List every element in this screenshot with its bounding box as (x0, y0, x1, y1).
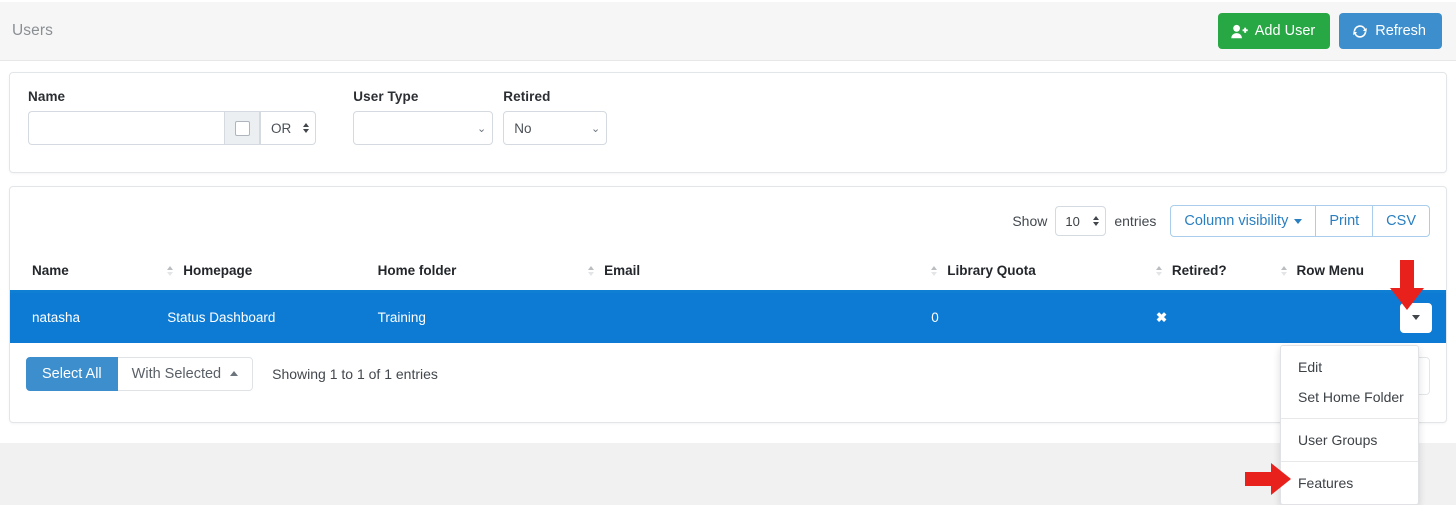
filter-retired-group: Retired No ⌄ (503, 89, 607, 145)
table-toolbar: Show 10 entries Column visibility Print (10, 187, 1446, 237)
menu-item-set-home-folder[interactable]: Set Home Folder (1281, 382, 1418, 412)
column-header-email[interactable]: Email (588, 252, 931, 292)
filter-retired-label: Retired (503, 89, 607, 104)
cell-email (588, 292, 931, 343)
table-body: natasha Status Dashboard Training 0 ✖ (10, 292, 1446, 343)
filter-usertype-group: User Type ⌄ (353, 89, 493, 145)
filter-form: Name OR User Ty (10, 73, 1446, 145)
sort-icon (1156, 266, 1162, 276)
chevron-down-icon: ⌄ (477, 122, 486, 135)
csv-label: CSV (1386, 213, 1416, 229)
showing-entries-info: Showing 1 to 1 of 1 entries (272, 366, 438, 382)
cell-retired: ✖ (1156, 292, 1281, 343)
cell-library-quota: 0 (931, 292, 1156, 343)
user-plus-icon (1231, 24, 1248, 39)
cell-name: natasha (10, 292, 167, 343)
add-user-button[interactable]: Add User (1218, 13, 1330, 49)
select-all-button[interactable]: Select All (26, 357, 118, 391)
users-table: Name Homepage Home folder (10, 252, 1446, 343)
column-header-label: Email (604, 263, 640, 278)
column-header-label: Name (32, 263, 69, 278)
with-selected-button[interactable]: With Selected (118, 357, 253, 391)
menu-divider (1281, 461, 1418, 462)
column-header-home-folder[interactable]: Home folder (378, 252, 588, 292)
refresh-icon (1352, 24, 1368, 39)
table-export-buttons: Column visibility Print CSV (1170, 205, 1430, 237)
cell-homepage[interactable]: Status Dashboard (167, 292, 377, 343)
cell-home-folder[interactable]: Training (378, 292, 588, 343)
user-type-select[interactable]: ⌄ (353, 111, 493, 145)
select-all-label: Select All (42, 366, 102, 382)
column-header-label: Retired? (1172, 263, 1227, 278)
refresh-label: Refresh (1375, 23, 1426, 39)
table-footer: Select All With Selected Showing 1 to 1 … (10, 343, 1446, 391)
refresh-button[interactable]: Refresh (1339, 13, 1442, 49)
menu-divider (1281, 418, 1418, 419)
name-input-group: OR (28, 111, 316, 145)
page-length-value: 10 (1065, 214, 1079, 229)
filter-panel: Name OR User Ty (9, 72, 1447, 173)
column-visibility-label: Column visibility (1184, 213, 1288, 229)
users-page: Users Add User Refresh Name (0, 0, 1456, 505)
row-menu-dropdown: Edit Set Home Folder User Groups Feature… (1280, 345, 1419, 505)
entries-label: entries (1114, 213, 1156, 229)
add-user-label: Add User (1255, 23, 1315, 39)
name-exact-checkbox-addon[interactable] (224, 111, 260, 145)
page-length-select[interactable]: 10 (1055, 206, 1106, 236)
stepper-icon (303, 123, 309, 133)
menu-item-edit[interactable]: Edit (1281, 352, 1418, 382)
column-header-library-quota[interactable]: Library Quota (931, 252, 1156, 292)
stepper-icon (1093, 216, 1099, 226)
page-title: Users (12, 22, 53, 40)
show-label: Show (1012, 213, 1047, 229)
caret-up-icon (230, 371, 238, 376)
header-actions: Add User Refresh (1218, 13, 1444, 49)
users-table-card: Show 10 entries Column visibility Print (9, 186, 1447, 423)
retired-value: No (514, 121, 531, 136)
retired-select[interactable]: No ⌄ (503, 111, 607, 145)
column-header-label: Library Quota (947, 263, 1036, 278)
name-operator-select[interactable]: OR (260, 111, 316, 145)
print-button[interactable]: Print (1315, 205, 1373, 237)
page-length-control: Show 10 entries (1012, 206, 1156, 236)
column-header-label: Home folder (378, 263, 457, 278)
annotation-arrow-down-icon (1387, 260, 1427, 317)
chevron-down-icon: ⌄ (591, 122, 600, 135)
csv-button[interactable]: CSV (1372, 205, 1430, 237)
column-header-label: Homepage (183, 263, 252, 278)
print-label: Print (1329, 213, 1359, 229)
column-header-name[interactable]: Name (10, 252, 167, 292)
sort-icon (167, 266, 173, 276)
filter-name-label: Name (28, 89, 316, 104)
name-exact-checkbox[interactable] (235, 121, 250, 136)
sort-icon (931, 266, 937, 276)
name-search-input[interactable] (28, 111, 224, 145)
table-head: Name Homepage Home folder (10, 252, 1446, 292)
filter-name-group: Name OR (28, 89, 316, 145)
with-selected-label: With Selected (132, 366, 221, 382)
table-header-row: Name Homepage Home folder (10, 252, 1446, 292)
name-operator-value: OR (271, 121, 291, 136)
caret-down-icon (1294, 219, 1302, 224)
column-visibility-button[interactable]: Column visibility (1170, 205, 1316, 237)
menu-item-features[interactable]: Features (1281, 468, 1418, 498)
sort-icon (1281, 266, 1287, 276)
filter-usertype-label: User Type (353, 89, 493, 104)
sort-icon (588, 266, 594, 276)
annotation-arrow-right-icon (1245, 462, 1293, 501)
menu-item-user-groups[interactable]: User Groups (1281, 425, 1418, 455)
page-header: Users Add User Refresh (0, 2, 1456, 61)
table-row[interactable]: natasha Status Dashboard Training 0 ✖ (10, 292, 1446, 343)
column-header-label: Row Menu (1297, 263, 1365, 278)
page-bottom-strip (0, 443, 1456, 505)
column-header-homepage[interactable]: Homepage (167, 252, 377, 292)
column-header-retired[interactable]: Retired? (1156, 252, 1281, 292)
